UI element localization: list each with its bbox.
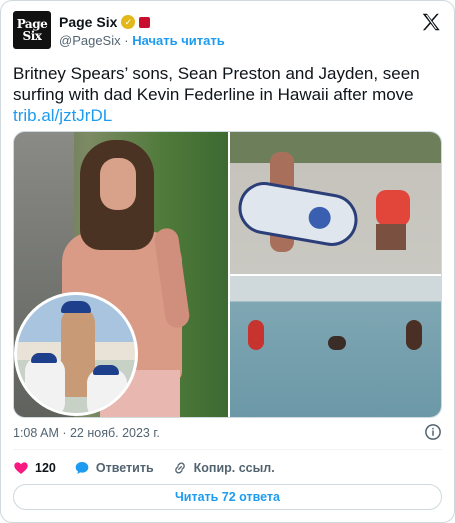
tweet-body: Britney Spears’ sons, Sean Preston and J…	[13, 64, 420, 104]
reply-button[interactable]: Ответить	[74, 460, 154, 476]
link-icon	[174, 462, 185, 474]
photo-swimmer-2	[328, 336, 346, 350]
reply-label: Ответить	[95, 461, 154, 475]
org-badge-icon	[139, 16, 151, 28]
media-photo-bottom-right[interactable]	[230, 276, 441, 417]
like-count: 120	[35, 461, 56, 475]
separator: ·	[124, 33, 129, 48]
inset-cap	[61, 301, 91, 313]
tweet-header: Page Six Page Six ✓ @PageSix · Начать чи…	[13, 11, 442, 55]
handle[interactable]: @PageSix	[59, 33, 121, 48]
copy-link-label: Копир. ссыл.	[193, 461, 275, 475]
name-row: Page Six ✓	[59, 14, 151, 30]
verified-badge-icon: ✓	[121, 15, 136, 29]
board-logo	[306, 205, 333, 231]
copy-link-button[interactable]: Копир. ссыл.	[172, 460, 275, 476]
photo-person-red-shirt	[376, 190, 410, 226]
photo-swimmer-1	[248, 320, 264, 350]
photo-face	[100, 158, 136, 210]
like-button[interactable]: 120	[13, 460, 56, 476]
media-inset-circle	[14, 292, 138, 416]
media-photo-top-right[interactable]	[230, 132, 441, 274]
inset-cap-left	[31, 353, 57, 363]
inset-boy-right	[87, 369, 127, 413]
reply-bubble-icon	[75, 462, 89, 474]
photo-swimmer-3	[406, 320, 422, 350]
tweet-timestamp[interactable]: 1:08 AM · 22 нояб. 2023 г.	[13, 426, 160, 440]
handle-row: @PageSix · Начать читать	[59, 33, 225, 48]
tweet-text: Britney Spears’ sons, Sean Preston and J…	[13, 63, 443, 126]
avatar-text-line2: Six	[22, 29, 42, 43]
media-photo-left[interactable]	[14, 132, 228, 417]
inset-boy-left	[25, 357, 65, 413]
follow-link[interactable]: Начать читать	[132, 33, 225, 48]
media-grid[interactable]	[13, 131, 442, 418]
x-logo-icon[interactable]	[420, 11, 442, 33]
photo-surfboard	[234, 177, 362, 251]
action-bar: 120 Ответить Копир. ссыл.	[13, 459, 275, 477]
divider	[13, 449, 442, 450]
heart-icon	[14, 462, 28, 474]
display-name[interactable]: Page Six	[59, 14, 117, 30]
avatar[interactable]: Page Six	[13, 11, 51, 49]
tweet-card: Page Six Page Six ✓ @PageSix · Начать чи…	[0, 0, 455, 523]
tweet-link[interactable]: trib.al/jztJrDL	[13, 106, 112, 125]
photo-person-legs	[376, 224, 406, 250]
info-icon[interactable]	[424, 423, 442, 441]
inset-cap-right	[93, 365, 119, 375]
read-replies-button[interactable]: Читать 72 ответа	[13, 484, 442, 510]
